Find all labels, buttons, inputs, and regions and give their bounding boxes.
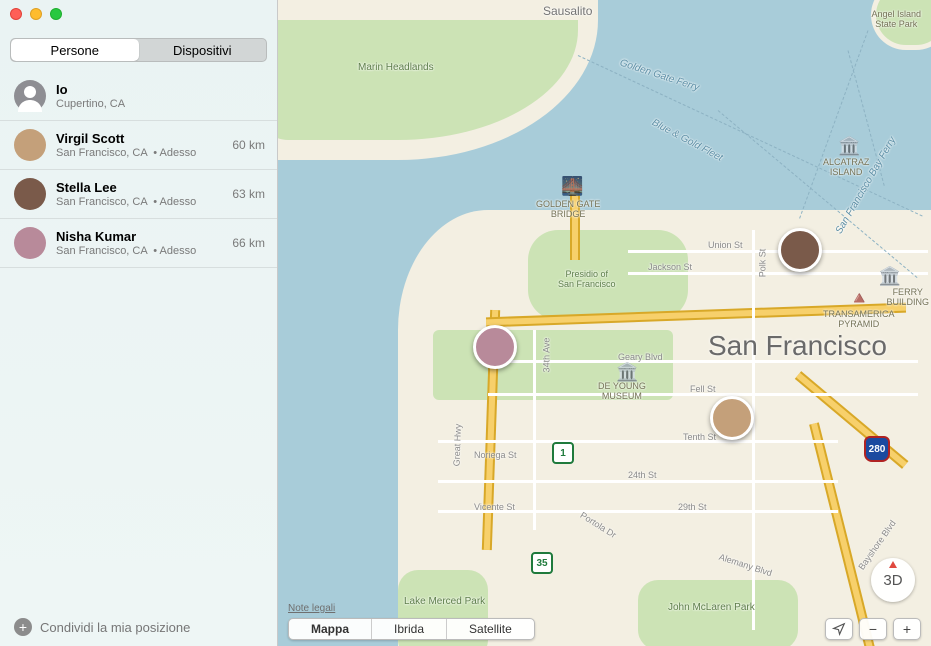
person-name: Io [56,82,265,97]
person-name: Nisha Kumar [56,229,222,244]
street-label: 34th Ave [541,338,551,373]
street-label: 29th St [678,502,707,512]
map-mode-satellite[interactable]: Satellite [447,619,534,639]
map-label-deyoung: DE YOUNG MUSEUM [598,382,646,402]
map-person-marker[interactable] [710,396,754,440]
list-item[interactable]: Io Cupertino, CA [0,72,277,121]
list-item[interactable]: Stella Lee San Francisco, CA • Adesso 63… [0,170,277,219]
map-label-presidio: Presidio of San Francisco [558,270,616,290]
compass-3d-button[interactable]: 3D [871,558,915,602]
tab-people[interactable]: Persone [11,39,139,61]
map-label-marin: Marin Headlands [358,62,434,73]
sidebar: Persone Dispositivi Io Cupertino, CA Vir… [0,0,278,646]
map-label-sausalito: Sausalito [543,4,592,18]
map-person-marker[interactable] [473,325,517,369]
landmark-icon: 🏛️ [838,136,860,157]
bridge-icon: 🌉 [561,176,583,197]
map-mode-segment: Mappa Ibrida Satellite [288,618,535,640]
map-mode-hybrid[interactable]: Ibrida [372,619,447,639]
person-location: San Francisco, CA • Adesso [56,245,222,257]
maximize-icon[interactable] [50,8,62,20]
street-label: Geary Blvd [618,352,663,362]
map-label-lake-merced: Lake Merced Park [404,596,485,607]
map-label-gg-ferry: Golden Gate Ferry [618,57,700,93]
share-location-button[interactable]: + Condividi la mia posizione [0,608,277,646]
street-label: Noriega St [474,450,517,460]
person-distance: 60 km [232,138,265,152]
locate-me-button[interactable] [825,618,853,640]
route-shield: 35 [531,552,553,574]
map-bottom-bar: Mappa Ibrida Satellite − + [288,618,921,640]
landmark-icon: 🏛️ [879,266,901,287]
map-label-alcatraz: ALCATRAZ ISLAND [823,158,869,178]
avatar [14,227,46,259]
person-name: Stella Lee [56,180,222,195]
person-distance: 66 km [232,236,265,250]
person-name: Virgil Scott [56,131,222,146]
route-shield: 280 [864,436,890,462]
person-location: San Francisco, CA • Adesso [56,147,222,159]
list-item[interactable]: Virgil Scott San Francisco, CA • Adesso … [0,121,277,170]
location-arrow-icon [832,622,846,636]
person-location: Cupertino, CA [56,98,265,110]
map-person-marker[interactable] [778,228,822,272]
tab-devices[interactable]: Dispositivi [139,39,267,61]
map-mode-standard[interactable]: Mappa [289,619,372,639]
map-label-transamerica: TRANSAMERICA PYRAMID [823,310,895,330]
street-label: Jackson St [648,262,692,272]
map-view[interactable]: Sausalito Angel Island State Park Marin … [278,0,931,646]
compass-label: 3D [883,572,902,589]
street-label: Polk St [757,249,767,278]
route-shield: 1 [552,442,574,464]
avatar [14,178,46,210]
share-location-label: Condividi la mia posizione [40,620,190,635]
plus-circle-icon: + [14,618,32,636]
minimize-icon[interactable] [30,8,42,20]
street-label: Tenth St [683,432,716,442]
segmented-control: Persone Dispositivi [10,38,267,62]
people-list: Io Cupertino, CA Virgil Scott San Franci… [0,72,277,608]
legal-link[interactable]: Note legali [288,603,335,614]
street-label: Vicente St [474,502,515,512]
street-label: Union St [708,240,743,250]
close-icon[interactable] [10,8,22,20]
street-label: Great Hwy [452,424,463,467]
window-controls [10,8,62,20]
person-distance: 63 km [232,187,265,201]
landmark-icon: 🔺 [848,288,870,309]
list-item[interactable]: Nisha Kumar San Francisco, CA • Adesso 6… [0,219,277,268]
avatar [14,129,46,161]
person-location: San Francisco, CA • Adesso [56,196,222,208]
map-label-mclaren: John McLaren Park [668,602,755,613]
avatar [14,80,46,112]
map-label-bluegold: Blue & Gold Fleet [650,117,724,164]
map-label-angel-island: Angel Island State Park [871,10,921,30]
landmark-icon: 🏛️ [616,362,638,383]
zoom-out-button[interactable]: − [859,618,887,640]
zoom-in-button[interactable]: + [893,618,921,640]
map-city-label: San Francisco [708,330,887,362]
street-label: Fell St [690,384,716,394]
street-label: 24th St [628,470,657,480]
map-label-ferry-building: FERRY BUILDING [886,288,929,308]
map-label-gg-bridge: GOLDEN GATE BRIDGE [536,200,600,220]
